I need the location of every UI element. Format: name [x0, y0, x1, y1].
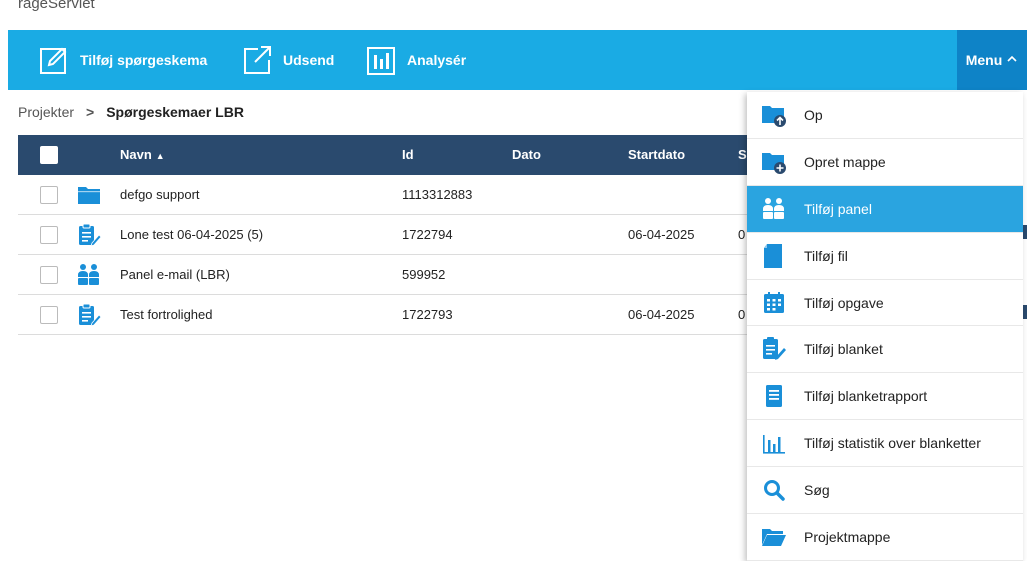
cell-id: 1113312883 [402, 187, 473, 202]
row-checkbox[interactable] [40, 306, 58, 324]
file-icon [761, 243, 787, 269]
analyze-label: Analysér [407, 52, 467, 68]
form-edit-icon [761, 336, 787, 362]
edge-indicator [1023, 225, 1027, 239]
cell-extra: 0 [738, 307, 746, 322]
menu-item-tilføj-fil[interactable]: Tilføj fil [747, 233, 1023, 280]
bar-chart-icon [761, 430, 787, 456]
external-link-icon [244, 46, 271, 74]
menu-item-projektmappe[interactable]: Projektmappe [747, 514, 1023, 561]
column-name-header[interactable]: Navn ▲ [120, 135, 165, 175]
edge-indicator [1023, 305, 1027, 319]
menu-item-label: Opret mappe [804, 153, 886, 170]
send-button[interactable]: Udsend [241, 30, 334, 90]
cell-extra: 0 [738, 227, 746, 242]
search-icon [761, 477, 787, 503]
cell-startdato: 06-04-2025 [628, 227, 695, 242]
breadcrumb: Projekter > Spørgeskemaer LBR [18, 102, 244, 122]
panel-icon [761, 196, 787, 222]
survey-icon [77, 303, 102, 327]
row-checkbox[interactable] [40, 226, 58, 244]
breadcrumb-projects[interactable]: Projekter [18, 104, 74, 120]
toolbar: Tilføj spørgeskema Udsend Analysér Menu [8, 30, 1027, 90]
send-label: Udsend [283, 52, 335, 68]
table-header: Navn ▲ Id Dato Startdato S [18, 135, 758, 175]
panel-icon [77, 263, 101, 287]
analyze-button[interactable]: Analysér [365, 30, 466, 90]
column-id-header[interactable]: Id [402, 135, 414, 175]
menu-item-tilføj-blanketrapport[interactable]: Tilføj blanketrapport [747, 373, 1023, 421]
menu-item-label: Tilføj fil [804, 247, 848, 264]
menu-item-op[interactable]: Op [747, 92, 1023, 139]
menu-item-label: Op [804, 106, 823, 123]
items-table: Navn ▲ Id Dato Startdato S defgo support 1… [18, 135, 758, 335]
select-all-checkbox[interactable] [40, 146, 58, 164]
sort-asc-icon: ▲ [155, 151, 165, 161]
add-survey-label: Tilføj spørgeskema [80, 52, 208, 68]
cell-id: 1722793 [402, 307, 453, 322]
menu-item-tilføj-blanket[interactable]: Tilføj blanket [747, 326, 1023, 374]
folder-open-icon [761, 524, 787, 550]
menu-item-tilføj-panel[interactable]: Tilføj panel [747, 185, 1023, 233]
cell-startdato: 06-04-2025 [628, 307, 695, 322]
menu-item-tilføj-statistik-over-blanketter[interactable]: Tilføj statistik over blanketter [747, 420, 1023, 468]
cell-id: 1722794 [402, 227, 453, 242]
calendar-icon [761, 290, 787, 316]
cell-name[interactable]: Panel e-mail (LBR) [120, 255, 230, 295]
edit-icon [40, 47, 67, 74]
table-row[interactable]: Test fortrolighed 1722793 06-04-2025 0 [18, 295, 758, 335]
menu-item-tilføj-opgave[interactable]: Tilføj opgave [747, 280, 1023, 327]
breadcrumb-separator: > [86, 104, 95, 120]
table-row[interactable]: Lone test 06-04-2025 (5) 1722794 06-04-202… [18, 215, 758, 255]
column-startdato-header[interactable]: Startdato [628, 135, 685, 175]
menu-item-label: Tilføj blanketrapport [804, 388, 928, 405]
folder-add-icon [761, 149, 787, 175]
breadcrumb-current: Spørgeskemaer LBR [106, 104, 244, 120]
row-checkbox[interactable] [40, 186, 58, 204]
menu-item-label: Tilføj opgave [804, 294, 884, 311]
menu-item-label: Tilføj panel [804, 200, 872, 217]
menu-item-opret-mappe[interactable]: Opret mappe [747, 139, 1023, 186]
menu-item-label: Projektmappe [804, 528, 891, 545]
cell-id: 599952 [402, 267, 446, 282]
menu-dropdown: Op Opret mappe Tilføj panel Tilføj fil Tilfø… [747, 92, 1023, 561]
column-dato-header[interactable]: Dato [512, 135, 541, 175]
table-row[interactable]: Panel e-mail (LBR) 599952 [18, 255, 758, 295]
column-extra-header[interactable]: S [738, 135, 747, 175]
menu-item-label: Tilføj blanket [804, 341, 883, 358]
add-survey-button[interactable]: Tilføj spørgeskema [38, 30, 207, 90]
cell-name[interactable]: defgo support [120, 175, 200, 215]
bar-chart-icon [367, 47, 395, 75]
folder-icon [77, 183, 101, 207]
folder-up-icon [761, 102, 787, 128]
table-body: defgo support 1113312883 Lone test 06-04-2… [18, 175, 758, 335]
row-checkbox[interactable] [40, 266, 58, 284]
cell-name[interactable]: Lone test 06-04-2025 (5) [120, 215, 263, 255]
menu-item-søg[interactable]: Søg [747, 467, 1023, 515]
table-row[interactable]: defgo support 1113312883 [18, 175, 758, 215]
report-icon [761, 383, 787, 409]
menu-button[interactable]: Menu [957, 30, 1027, 90]
survey-icon [77, 223, 102, 247]
cell-name[interactable]: Test fortrolighed [120, 295, 213, 335]
menu-label: Menu [965, 52, 1003, 68]
chevron-up-icon [1006, 52, 1018, 68]
menu-item-label: Søg [804, 482, 830, 499]
menu-item-label: Tilføj statistik over blanketter [804, 435, 981, 452]
app-title: rageServlet [18, 0, 95, 12]
